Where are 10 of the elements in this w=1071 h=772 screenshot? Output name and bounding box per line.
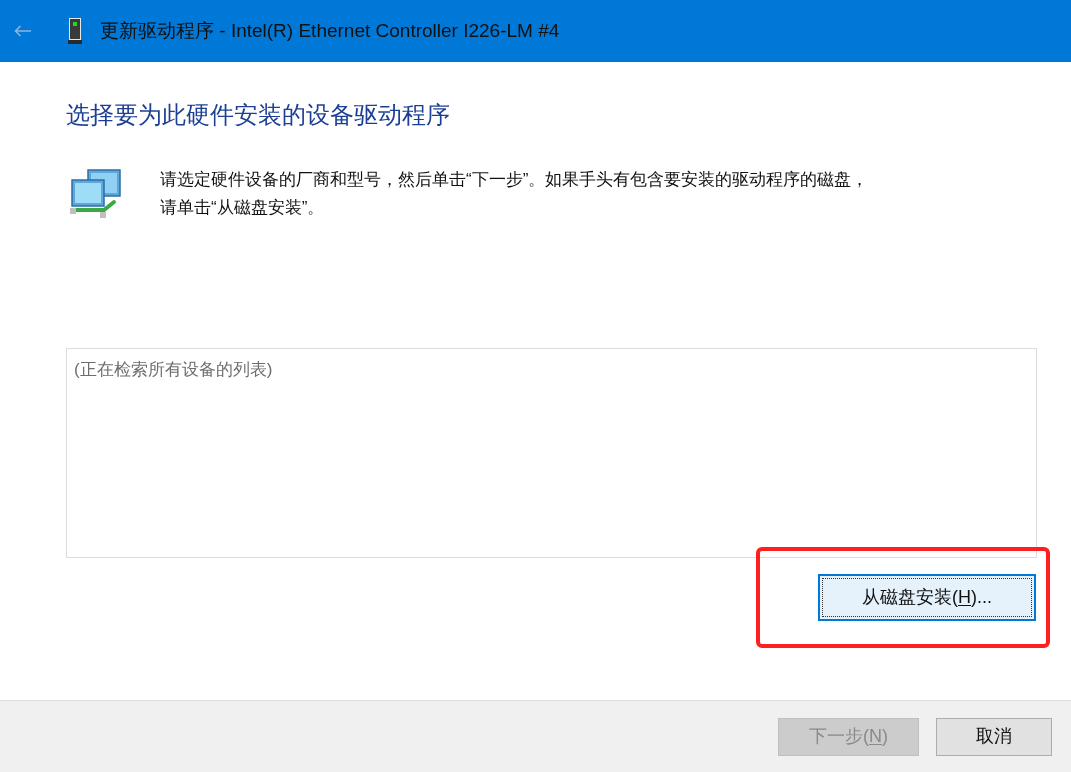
list-status-text: (正在检索所有设备的列表) [74,360,273,379]
computer-tower-icon [68,18,82,44]
networked-computers-icon [70,168,122,218]
window-title: 更新驱动程序 - Intel(R) Ethernet Controller I226-LM #4 [100,18,560,43]
back-arrow-icon [14,25,32,37]
instruction-text: 请选定硬件设备的厂商和型号，然后单击“下一步”。如果手头有包含要安装的驱动程序的磁盘， 请单击“从磁盘安装”。 [160,169,869,219]
have-disk-button[interactable]: 从磁盘安装(H)... [818,574,1036,621]
cancel-button[interactable]: 取消 [936,717,1052,756]
device-list[interactable]: (正在检索所有设备的列表) [66,348,1037,558]
page-heading: 选择要为此硬件安装的设备驱动程序 [66,100,450,130]
